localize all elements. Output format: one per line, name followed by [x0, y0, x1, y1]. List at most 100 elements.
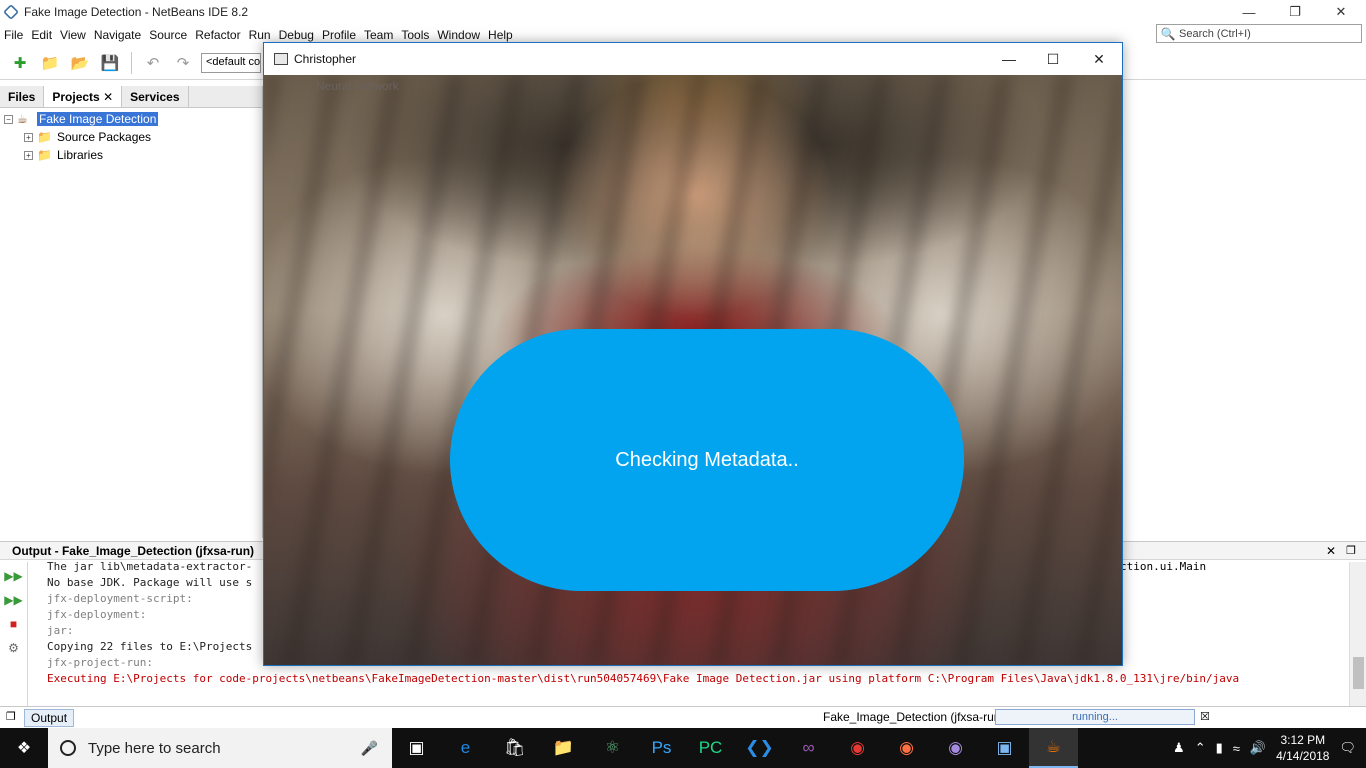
tray-chevron-icon[interactable]: ⌃ — [1195, 740, 1206, 756]
tree-item-label: Libraries — [57, 148, 104, 162]
menu-file[interactable]: File — [0, 28, 27, 42]
save-all-icon[interactable]: 💾 — [98, 51, 122, 75]
fx-minimize-button[interactable]: — — [986, 43, 1032, 75]
menu-window[interactable]: Window — [433, 28, 484, 42]
menu-tools[interactable]: Tools — [397, 28, 433, 42]
output-actions: ▶▶ ▶▶ ■ ⚙ — [0, 562, 28, 707]
checking-metadata-button[interactable]: Checking Metadata.. — [450, 329, 964, 591]
start-button[interactable]: ❖ — [0, 728, 48, 768]
cortana-icon — [60, 740, 76, 756]
ide-search-field[interactable]: 🔍 Search (Ctrl+I) — [1156, 24, 1362, 43]
new-file-icon[interactable]: ✚ — [8, 51, 32, 75]
clock-time: 3:12 PM — [1280, 733, 1326, 747]
rerun-with-params-icon[interactable]: ▶▶ — [0, 590, 27, 610]
netbeans-titlebar: Fake Image Detection - NetBeans IDE 8.2 — [0, 0, 1366, 24]
pycharm-icon[interactable]: PC — [686, 728, 735, 768]
output-close-icon[interactable]: ✕ — [1326, 544, 1336, 558]
menu-source[interactable]: Source — [145, 28, 191, 42]
menu-view[interactable]: View — [56, 28, 90, 42]
collapse-icon[interactable]: − — [4, 114, 13, 124]
restore-window-icon[interactable]: ❐ — [6, 710, 16, 723]
menu-run[interactable]: Run — [245, 28, 275, 42]
config-select[interactable]: <default config> — [201, 52, 261, 73]
rerun-icon[interactable]: ▶▶ — [0, 566, 27, 586]
tree-item-source-packages[interactable]: + 📁 Source Packages — [0, 128, 262, 146]
redo-icon[interactable]: ↷ — [171, 51, 195, 75]
atom-icon[interactable]: ⚛ — [588, 728, 637, 768]
projects-panel: Files Projects ✕ Services − ☕ Fake Image… — [0, 86, 263, 538]
new-project-icon[interactable]: 📁 — [38, 51, 62, 75]
package-folder-icon: 📁 — [37, 130, 52, 144]
clock[interactable]: 3:12 PM 4/14/2018 — [1276, 732, 1329, 764]
minimize-button[interactable]: — — [1226, 0, 1272, 24]
menu-team[interactable]: Team — [360, 28, 397, 42]
battery-icon[interactable]: ▮ — [1216, 740, 1223, 756]
virtualbox-icon[interactable]: ▣ — [980, 728, 1029, 768]
fx-caption: Neural Network — [316, 79, 399, 93]
java-app-icon[interactable]: ☕ — [1029, 728, 1078, 768]
cancel-task-icon[interactable]: ☒ — [1200, 710, 1210, 723]
menu-refactor[interactable]: Refactor — [191, 28, 244, 42]
close-tab-icon[interactable]: ✕ — [103, 90, 113, 104]
status-output-tab[interactable]: Output — [24, 708, 75, 727]
window-title: Fake Image Detection - NetBeans IDE 8.2 — [24, 5, 249, 19]
windows-taskbar: ❖ Type here to search 🎤 ▣ e 🛍 📁 ⚛ Ps PC … — [0, 728, 1366, 768]
tree-root-label[interactable]: Fake Image Detection — [37, 112, 159, 126]
close-button[interactable]: ✕ — [1318, 0, 1364, 24]
edge-icon[interactable]: e — [441, 728, 490, 768]
expand-icon[interactable]: + — [24, 150, 33, 160]
microphone-icon[interactable]: 🎤 — [361, 740, 378, 757]
tree-item-label: Source Packages — [57, 130, 152, 144]
task-view-icon[interactable]: ▣ — [392, 728, 441, 768]
undo-icon[interactable]: ↶ — [141, 51, 165, 75]
output-line-tail: ction.ui.Main — [1120, 560, 1207, 573]
volume-icon[interactable]: 🔊 — [1250, 740, 1266, 756]
tab-services[interactable]: Services — [122, 86, 189, 107]
expand-icon[interactable]: + — [24, 132, 33, 142]
project-icon: ☕ — [17, 112, 28, 126]
netbeans-logo-icon — [3, 4, 19, 20]
restore-button[interactable]: ❐ — [1272, 0, 1318, 24]
stop-icon[interactable]: ■ — [0, 614, 27, 634]
fx-maximize-button[interactable]: ☐ — [1030, 43, 1076, 75]
firefox-icon[interactable]: ◉ — [882, 728, 931, 768]
chrome-icon[interactable]: ◉ — [833, 728, 882, 768]
taskbar-search[interactable]: Type here to search 🎤 — [48, 728, 392, 768]
open-project-icon[interactable]: 📂 — [68, 51, 92, 75]
tree-root-row[interactable]: − ☕ Fake Image Detection — [0, 110, 262, 128]
progress-bar[interactable]: running... — [995, 709, 1195, 725]
menu-edit[interactable]: Edit — [27, 28, 56, 42]
store-icon[interactable]: 🛍 — [490, 728, 539, 768]
menu-profile[interactable]: Profile — [318, 28, 360, 42]
tab-files[interactable]: Files — [0, 86, 45, 107]
taskbar-search-placeholder: Type here to search — [88, 739, 221, 757]
search-icon: 🔍 — [1160, 26, 1176, 41]
file-explorer-icon[interactable]: 📁 — [539, 728, 588, 768]
menu-navigate[interactable]: Navigate — [90, 28, 145, 42]
notifications-icon[interactable]: 🗨 — [1339, 740, 1356, 756]
output-line: Executing E:\Projects for code-projects\… — [47, 672, 1240, 685]
scroll-thumb[interactable] — [1353, 657, 1364, 689]
fx-window-title: Christopher — [294, 52, 357, 66]
status-bar: ❐ Output Fake_Image_Detection (jfxsa-run… — [0, 706, 1366, 728]
visual-studio-icon[interactable]: ∞ — [784, 728, 833, 768]
menu-debug[interactable]: Debug — [275, 28, 318, 42]
system-tray: ♟ ⌃ ▮ ≈ 🔊 3:12 PM 4/14/2018 🗨 — [1173, 732, 1366, 764]
menu-help[interactable]: Help — [484, 28, 517, 42]
wifi-icon[interactable]: ≈ — [1233, 741, 1240, 756]
tab-projects[interactable]: Projects ✕ — [44, 86, 123, 107]
library-folder-icon: 📁 — [37, 148, 52, 162]
tor-browser-icon[interactable]: ◉ — [931, 728, 980, 768]
output-restore-icon[interactable]: ❐ — [1346, 544, 1356, 557]
panel-tabs: Files Projects ✕ Services — [0, 86, 262, 108]
photoshop-icon[interactable]: Ps — [637, 728, 686, 768]
tree-item-libraries[interactable]: + 📁 Libraries — [0, 146, 262, 164]
fx-titlebar: Christopher — ☐ ✕ — [264, 43, 1122, 75]
output-scrollbar[interactable] — [1349, 562, 1366, 707]
people-icon[interactable]: ♟ — [1173, 740, 1185, 756]
status-task-name: Fake_Image_Detection (jfxsa-run) — [823, 710, 1005, 724]
vscode-icon[interactable]: ❮❯ — [735, 728, 784, 768]
settings-icon[interactable]: ⚙ — [0, 638, 27, 658]
fx-close-button[interactable]: ✕ — [1076, 43, 1122, 75]
ide-search-placeholder: Search (Ctrl+I) — [1179, 27, 1251, 40]
